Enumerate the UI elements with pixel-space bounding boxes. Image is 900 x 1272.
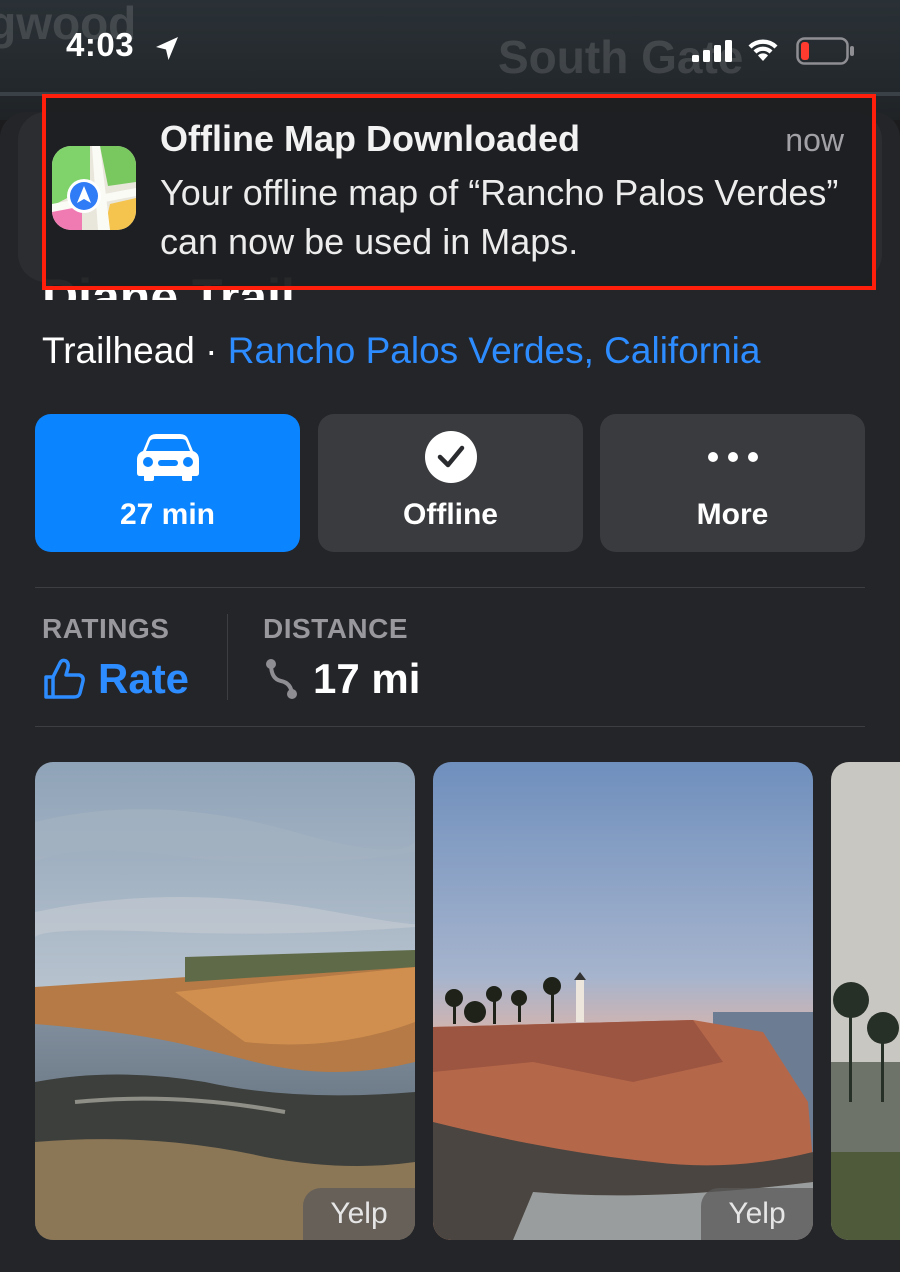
thumbs-up-icon [44, 658, 85, 699]
cellular-signal-icon [692, 40, 732, 62]
place-location-link[interactable]: Rancho Palos Verdes, California [228, 330, 761, 371]
car-icon [136, 434, 199, 481]
photo-lighthouse[interactable]: Yelp [433, 762, 813, 1240]
offline-button-label: Offline [403, 498, 498, 531]
photo-palm-trees[interactable] [831, 762, 900, 1240]
place-category: Trailhead [42, 330, 195, 371]
palm-trees-photo-image [831, 762, 900, 1240]
directions-button-label: 27 min [119, 498, 216, 531]
divider [35, 726, 865, 727]
rate-button[interactable]: Rate [42, 655, 189, 703]
lighthouse-photo-image [433, 762, 813, 1240]
coastline-photo-image [35, 762, 415, 1240]
battery-low-icon [796, 37, 854, 65]
notification-time: now [785, 122, 844, 158]
more-button-label: More [696, 498, 769, 531]
ratings-label: RATINGS [42, 613, 170, 644]
distance-label: DISTANCE [263, 613, 409, 644]
status-time: 4:03 [66, 26, 135, 63]
directions-button[interactable]: 27 min [35, 414, 300, 552]
distance-value-row: 17 mi [263, 655, 420, 703]
ellipsis-icon [707, 452, 758, 462]
wifi-icon [748, 39, 778, 61]
checkmark-circle-icon [424, 431, 477, 483]
notification-body: Your offline map of “Rancho Palos Verdes… [160, 172, 839, 262]
photo-source-badge: Yelp [303, 1188, 415, 1240]
location-arrow-icon [156, 37, 178, 60]
distance-value: 17 mi [313, 655, 421, 702]
offline-map-notification[interactable]: Offline Map Downloaded now Your offline … [42, 94, 876, 290]
more-button[interactable]: More [600, 414, 865, 552]
photo-coastline[interactable]: Yelp [35, 762, 415, 1240]
offline-button[interactable]: Offline [318, 414, 583, 552]
place-subtitle: Trailhead · Rancho Palos Verdes, Califor… [42, 330, 760, 372]
notification-title: Offline Map Downloaded [160, 118, 580, 159]
divider [35, 587, 865, 588]
info-separator [227, 614, 228, 700]
maps-app-icon [52, 146, 136, 230]
photo-source-badge: Yelp [701, 1188, 813, 1240]
rate-label: Rate [98, 655, 190, 702]
route-icon [266, 659, 297, 699]
subtitle-separator: · [194, 330, 228, 371]
